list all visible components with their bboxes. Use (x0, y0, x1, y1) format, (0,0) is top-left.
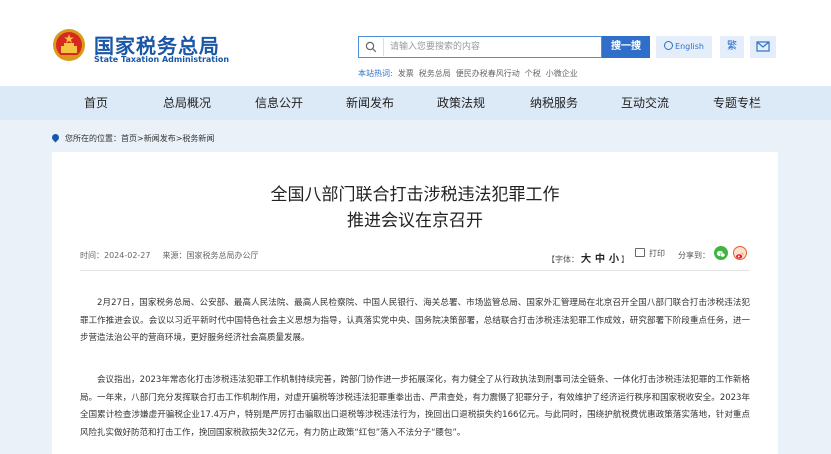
hot-word[interactable]: 发票 (398, 69, 414, 78)
wechat-glyph-icon (716, 250, 726, 258)
nav-item-special-topics[interactable]: 专题专栏 (713, 86, 761, 120)
nav-item-tax-service[interactable]: 纳税服务 (530, 86, 578, 120)
meta-divider (80, 270, 750, 271)
hot-words: 本站热词: 发票 税务总局 便民办税春风行动 个税 小微企业 (358, 68, 578, 79)
hot-word[interactable]: 个税 (525, 69, 541, 78)
font-size-controls: 【字体：大中小】 (547, 250, 629, 265)
nav-item-home[interactable]: 首页 (84, 86, 108, 120)
article-title-line2: 推进会议在京召开 (347, 211, 483, 231)
article-title-line1: 全国八部门联合打击涉税违法犯罪工作 (270, 185, 560, 205)
traditional-chinese-button[interactable]: 繁 (720, 36, 744, 58)
font-size-large[interactable]: 大 (581, 254, 591, 265)
printer-icon (635, 248, 645, 257)
nav-item-disclosure[interactable]: 信息公开 (255, 86, 303, 120)
mail-button[interactable] (750, 36, 776, 58)
search-button[interactable]: 搜一搜 (602, 36, 650, 58)
share-label: 分享到： (678, 251, 710, 260)
print-label: 打印 (649, 249, 665, 258)
globe-icon (664, 41, 674, 50)
hot-word[interactable]: 小微企业 (546, 69, 578, 78)
search-box (358, 36, 602, 58)
nav-item-overview[interactable]: 总局概况 (163, 86, 211, 120)
font-size-label: 【字体： (547, 255, 579, 264)
print-button[interactable]: 打印 (635, 248, 665, 259)
article-source: 来源：国家税务总局办公厅 (162, 251, 259, 260)
nav-item-interaction[interactable]: 互动交流 (621, 86, 669, 120)
search-icon (365, 41, 377, 53)
english-label: English (675, 42, 704, 51)
main-nav: 首页 总局概况 信息公开 新闻发布 政策法规 纳税服务 互动交流 专题专栏 (0, 86, 831, 120)
article-meta: 时间：2024-02-27 来源：国家税务总局办公厅 (80, 250, 259, 261)
breadcrumb-label: 您所在的位置： (65, 134, 121, 143)
logo-english-name: State Taxation Administration (94, 55, 230, 64)
nav-item-news[interactable]: 新闻发布 (346, 86, 394, 120)
wechat-share-icon[interactable] (714, 246, 728, 260)
nav-item-policy[interactable]: 政策法规 (437, 86, 485, 120)
article-paragraph-1: 2月27日，国家税务总局、公安部、最高人民法院、最高人民检察院、中国人民银行、海… (80, 298, 750, 343)
national-emblem-icon (53, 29, 85, 61)
font-size-close: 】 (621, 255, 629, 264)
hot-word[interactable]: 便民办税春风行动 (456, 69, 520, 78)
breadcrumb: 您所在的位置：首页>新闻发布>税务新闻 (50, 132, 214, 144)
hot-word[interactable]: 税务总局 (419, 69, 451, 78)
article-date: 时间：2024-02-27 (80, 251, 151, 260)
site-logo[interactable]: 国家税务总局 State Taxation Administration (52, 28, 252, 70)
hot-words-label: 本站热词: (358, 69, 393, 78)
article-paragraph-2: 会议指出，2023年常态化打击涉税违法犯罪工作机制持续完善，跨部门协作进一步拓展… (80, 375, 750, 438)
breadcrumb-path[interactable]: 首页>新闻发布>税务新闻 (121, 134, 214, 143)
article-panel: 全国八部门联合打击涉税违法犯罪工作 推进会议在京召开 时间：2024-02-27… (52, 152, 778, 454)
font-size-small[interactable]: 小 (609, 254, 619, 265)
english-button[interactable]: English (656, 36, 712, 58)
location-pin-icon (50, 132, 61, 143)
weibo-glyph-icon (736, 252, 744, 259)
font-size-medium[interactable]: 中 (595, 254, 605, 265)
weibo-share-icon[interactable] (733, 246, 747, 260)
site-header: 国家税务总局 State Taxation Administration 搜一搜… (0, 0, 831, 86)
mail-icon (756, 41, 770, 52)
search-input[interactable] (383, 38, 602, 56)
